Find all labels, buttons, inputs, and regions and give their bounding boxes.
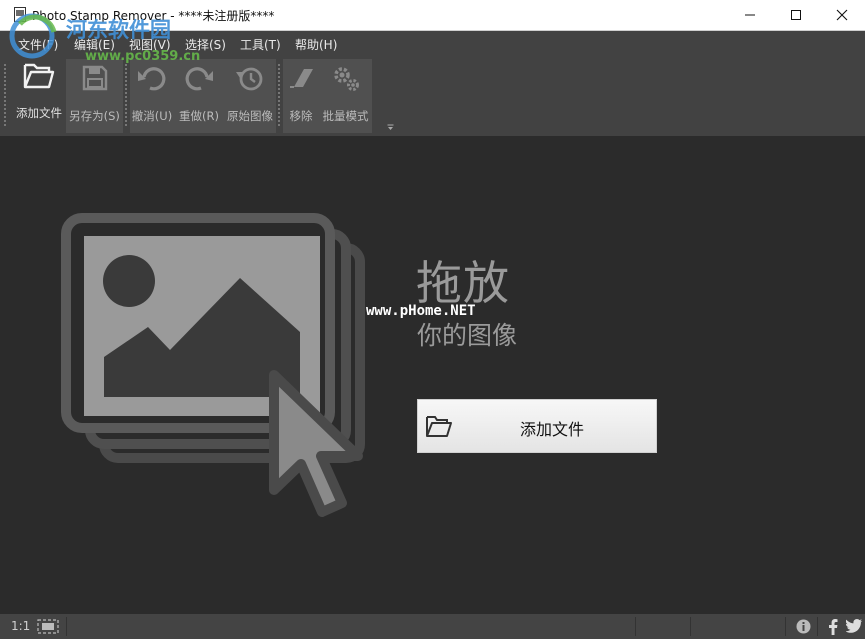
add-file-button[interactable]: 添加文件 <box>417 399 657 453</box>
minimize-button[interactable] <box>727 0 773 30</box>
zoom-level[interactable]: 1:1 <box>11 619 30 633</box>
remove-label: 移除 <box>289 109 313 123</box>
remove-button[interactable]: 移除 <box>283 59 319 133</box>
status-divider <box>635 617 636 636</box>
menu-tools[interactable]: 工具(T) <box>240 36 281 53</box>
status-bar: 1:1 <box>0 614 865 639</box>
toolbar-grip-3 <box>278 64 280 128</box>
undo-label: 撤消(U) <box>131 109 173 123</box>
info-icon[interactable] <box>796 619 811 634</box>
watermark-site-name: 河东软件园 <box>66 18 171 42</box>
original-image-label: 原始图像 <box>227 109 273 123</box>
status-divider <box>817 617 818 636</box>
save-group: 另存为(S) <box>66 59 123 133</box>
save-as-button[interactable]: 另存为(S) <box>66 59 123 133</box>
status-divider <box>690 617 691 636</box>
toolbar: 添加文件 另存为(S) 撤消(U) 重做(R) 原始图像 移除 批量模式 <box>0 56 865 136</box>
toolbar-grip-2 <box>125 64 127 128</box>
maximize-icon <box>791 10 801 20</box>
watermark-logo-icon <box>9 13 57 59</box>
add-file-tool-label: 添加文件 <box>16 106 62 120</box>
add-file-tool-button[interactable]: 添加文件 <box>12 56 66 130</box>
floppy-disk-icon <box>82 65 107 91</box>
toolbar-grip[interactable] <box>4 64 6 128</box>
drop-subheading: 你的图像 <box>417 321 518 350</box>
save-as-label: 另存为(S) <box>69 109 120 123</box>
close-button[interactable] <box>819 0 865 30</box>
menu-help[interactable]: 帮助(H) <box>295 36 337 53</box>
watermark-overlay: www.pHome.NET <box>366 303 476 319</box>
batch-mode-label: 批量模式 <box>322 109 369 123</box>
redo-label: 重做(R) <box>179 109 219 123</box>
close-icon <box>836 9 848 21</box>
redo-icon <box>185 67 213 91</box>
original-image-button[interactable]: 原始图像 <box>224 59 276 133</box>
status-divider <box>66 617 67 636</box>
undo-button[interactable]: 撤消(U) <box>130 59 174 133</box>
twitter-icon[interactable] <box>846 619 862 633</box>
watermark-site-url: www.pc0359.cn <box>85 49 201 64</box>
maximize-button[interactable] <box>773 0 819 30</box>
process-group: 移除 批量模式 <box>283 59 372 133</box>
gears-icon <box>333 67 359 91</box>
fit-screen-icon[interactable] <box>37 619 59 634</box>
folder-open-icon <box>23 63 55 89</box>
redo-button[interactable]: 重做(R) <box>176 59 222 133</box>
chevron-down-icon[interactable] <box>387 124 394 131</box>
eraser-icon <box>290 69 313 88</box>
facebook-icon[interactable] <box>828 619 838 635</box>
image-stack-cursor-icon <box>61 213 365 517</box>
status-divider <box>785 617 786 636</box>
batch-mode-button[interactable]: 批量模式 <box>319 59 372 133</box>
undo-icon <box>138 67 166 91</box>
minimize-icon <box>745 14 755 16</box>
history-icon <box>236 67 263 91</box>
add-file-button-label: 添加文件 <box>519 420 584 439</box>
history-group: 撤消(U) 重做(R) 原始图像 <box>130 59 276 133</box>
